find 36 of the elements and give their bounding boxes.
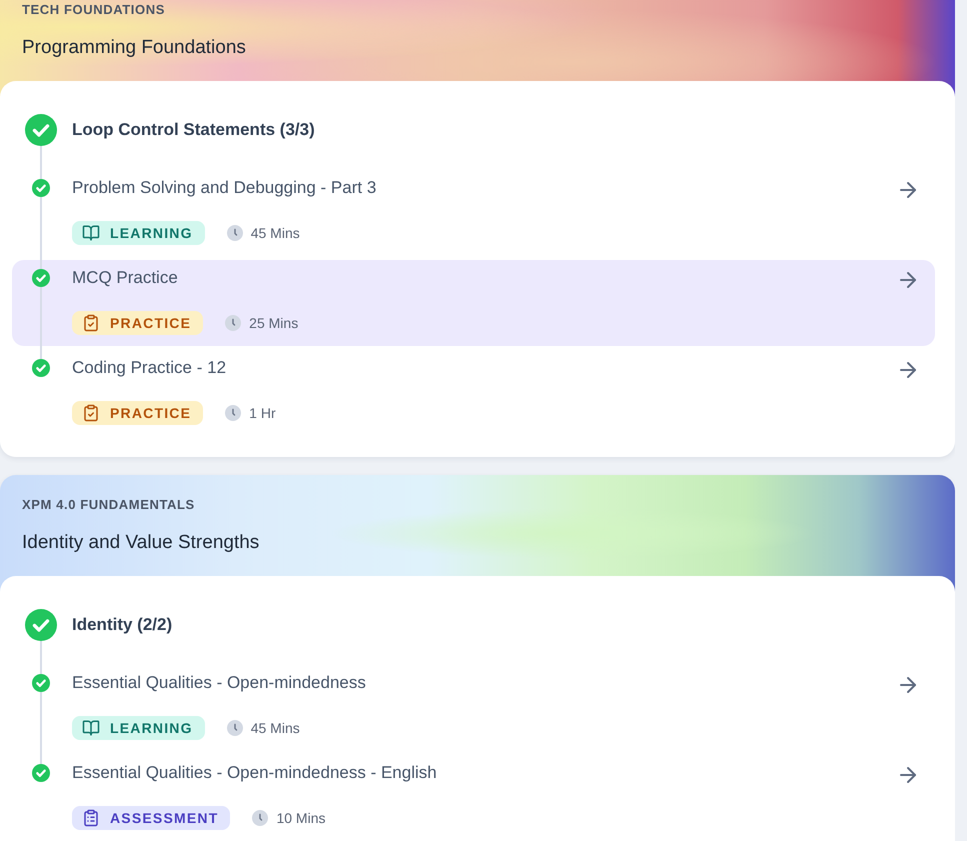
- clock-icon: [225, 405, 242, 421]
- course-title: Programming Foundations: [22, 36, 247, 60]
- course-title: Identity and Value Strengths: [22, 531, 260, 555]
- lesson-title: Coding Practice - 12: [72, 357, 228, 379]
- lesson-item[interactable]: MCQ Practice PRACTICE 25 Mins: [12, 260, 935, 346]
- module-title: Loop Control Statements (3/3): [72, 120, 316, 140]
- module-title: Identity (2/2): [72, 615, 174, 635]
- lesson-title: Essential Qualities - Open-mindedness: [72, 672, 367, 694]
- book-icon: [82, 719, 100, 737]
- duration-text: 45 Mins: [250, 225, 300, 241]
- lesson-title: Essential Qualities - Open-mindedness - English: [72, 762, 438, 784]
- lesson-title: Problem Solving and Debugging - Part 3: [72, 177, 378, 199]
- clock-icon: [252, 810, 268, 826]
- type-label: PRACTICE: [110, 315, 192, 331]
- lesson-item[interactable]: Essential Qualities - Open-mindedness LEARNING 45 Mins: [12, 665, 935, 751]
- duration-text: 1 Hr: [249, 405, 276, 421]
- category-label: TECH FOUNDATIONS: [22, 2, 166, 18]
- type-label: PRACTICE: [110, 405, 192, 421]
- clipboard-icon: [82, 404, 100, 422]
- clock-icon: [226, 720, 243, 736]
- lesson-item[interactable]: Problem Solving and Debugging - Part 3 LEARNING 45 Mins: [12, 170, 935, 256]
- clipboard-icon: [82, 314, 100, 332]
- duration-text: 45 Mins: [250, 720, 300, 736]
- clipboard-icon: [82, 809, 100, 827]
- clock-icon: [226, 225, 243, 241]
- lesson-item[interactable]: Essential Qualities - Open-mindedness - English ASSESSMENT 10 Mins: [12, 755, 935, 841]
- book-icon: [82, 224, 100, 242]
- type-label: LEARNING: [110, 225, 193, 241]
- type-label: ASSESSMENT: [110, 810, 218, 826]
- duration-text: 25 Mins: [249, 315, 298, 331]
- category-label: XPM 4.0 FUNDAMENTALS: [22, 497, 196, 513]
- duration-text: 10 Mins: [276, 810, 326, 826]
- clock-icon: [225, 315, 242, 331]
- type-label: LEARNING: [110, 720, 193, 736]
- lesson-title: MCQ Practice: [72, 267, 179, 289]
- lesson-item[interactable]: Coding Practice - 12 PRACTICE 1 Hr: [12, 350, 935, 436]
